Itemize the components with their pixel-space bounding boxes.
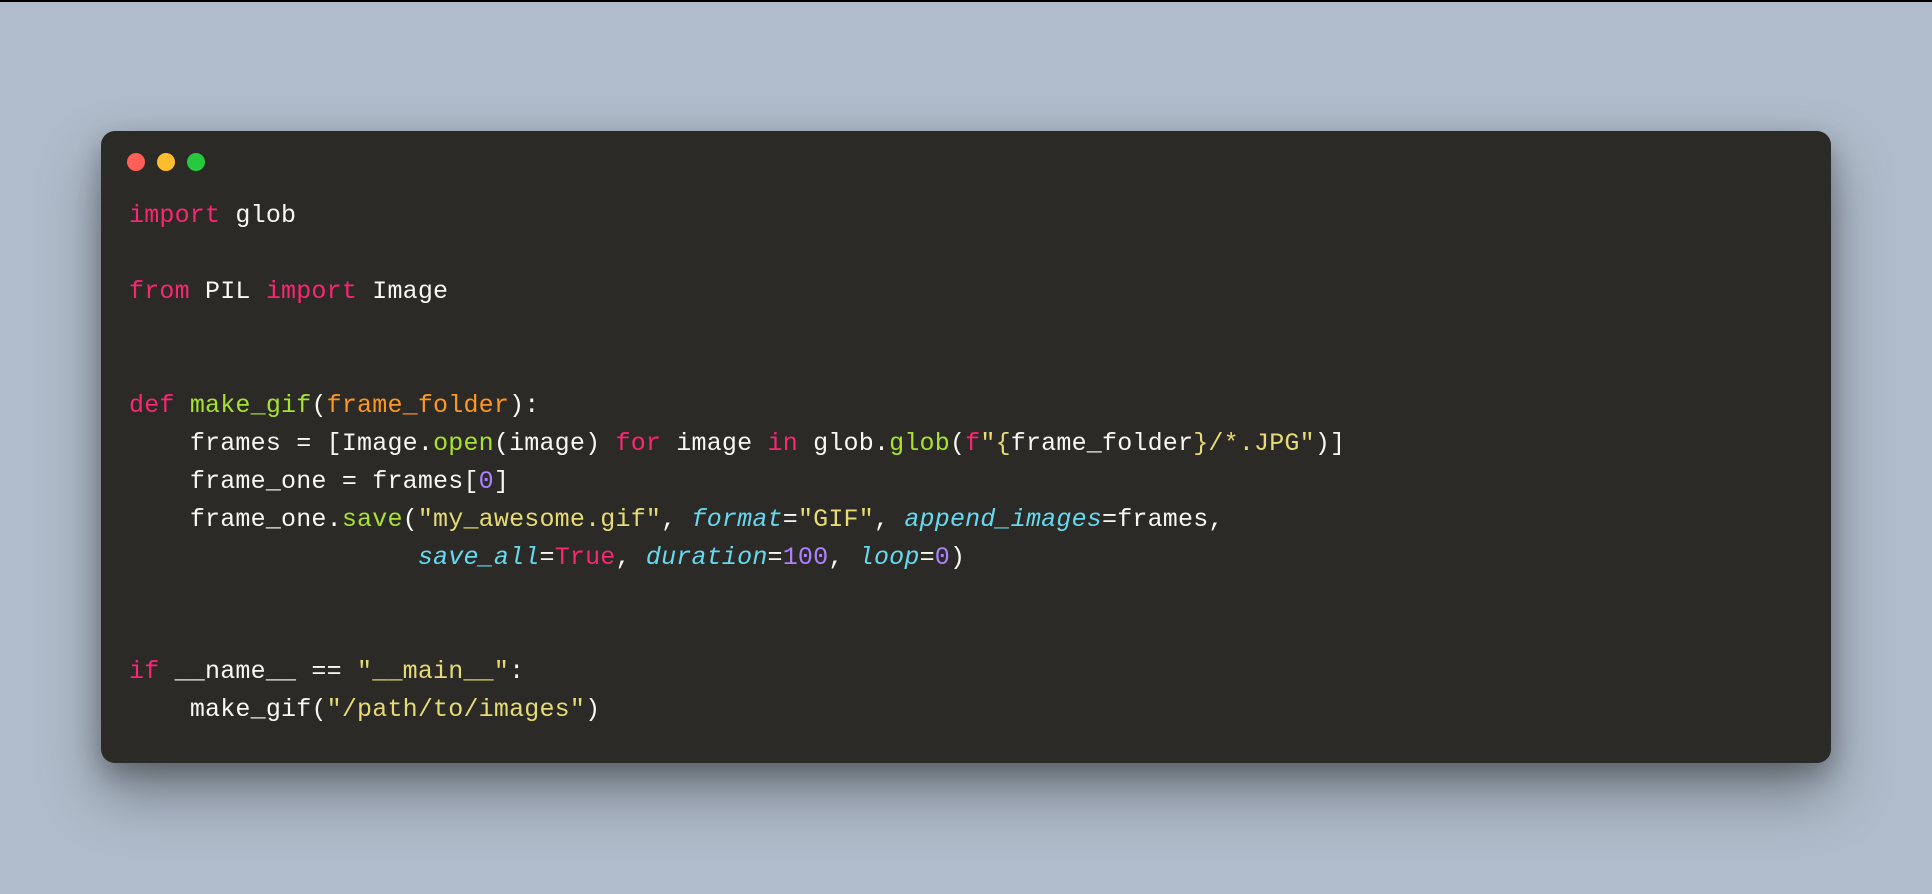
string-literal: " [980,429,995,458]
close-icon[interactable] [127,153,145,171]
keyword-import: import [129,201,220,230]
keyword-for: for [616,429,662,458]
method-call: glob [889,429,950,458]
string-literal: "/path/to/images" [327,695,585,724]
bool-literal: True [555,543,616,572]
keyword-from: from [129,277,190,306]
number-literal: 100 [783,543,829,572]
kwarg: loop [859,543,920,572]
keyword-import: import [266,277,357,306]
kwarg: save_all [418,543,540,572]
code-block: import glob from PIL import Image def ma… [101,179,1831,763]
window-titlebar [101,131,1831,179]
package-name: PIL [205,277,251,306]
number-literal: 0 [479,467,494,496]
parameter: frame_folder [327,391,509,420]
maximize-icon[interactable] [187,153,205,171]
method-call: open [433,429,494,458]
string-literal: /*.JPG" [1208,429,1314,458]
keyword-if: if [129,657,159,686]
method-call: save [342,505,403,534]
interp-expr: frame_folder [1011,429,1193,458]
string-literal: "GIF" [798,505,874,534]
code-text: frame_one = frames[ [190,467,479,496]
keyword-def: def [129,391,175,420]
code-text: __name__ == [175,657,357,686]
number-literal: 0 [935,543,950,572]
string-literal: "my_awesome.gif" [418,505,661,534]
kwarg: format [692,505,783,534]
kwarg: append_images [904,505,1102,534]
function-call: make_gif [190,695,312,724]
f-prefix: f [965,429,980,458]
minimize-icon[interactable] [157,153,175,171]
code-text: frames = [Image. [190,429,433,458]
string-literal: "__main__" [357,657,509,686]
keyword-in: in [768,429,798,458]
function-name: make_gif [190,391,312,420]
code-text: frame_one. [190,505,342,534]
module-name: glob [235,201,296,230]
kwarg: duration [646,543,768,572]
module-name: Image [372,277,448,306]
code-window: import glob from PIL import Image def ma… [101,131,1831,763]
